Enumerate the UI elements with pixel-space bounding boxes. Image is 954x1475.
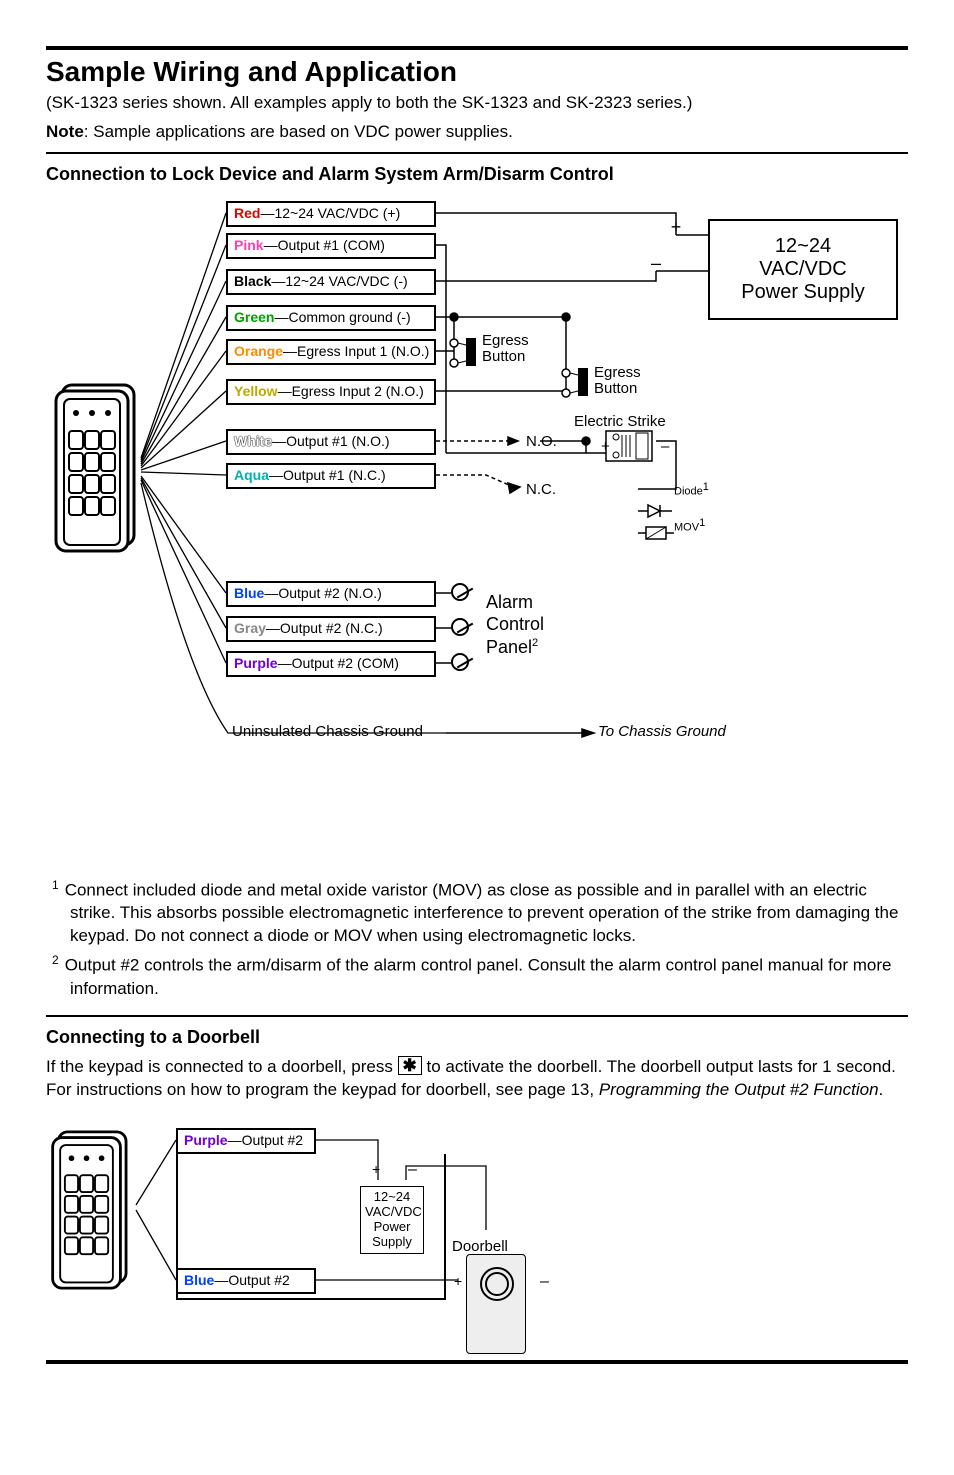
page-title: Sample Wiring and Application xyxy=(46,56,908,88)
wire-purple: Purple—Output #2 (COM) xyxy=(226,651,436,677)
wire-red: Red—12~24 VAC/VDC (+) xyxy=(226,201,436,227)
svg-text:–: – xyxy=(661,438,670,455)
wire-blue: Blue—Output #2 (N.O.) xyxy=(226,581,436,607)
chassis-label: Uninsulated Chassis Ground xyxy=(232,723,423,740)
d2-wire-purple: Purple—Output #2 xyxy=(176,1128,316,1154)
divider-2 xyxy=(46,1015,908,1017)
egress-label-2: EgressButton xyxy=(594,365,641,398)
wiring-diagram-2: + – + – Purple—Output #2 Blue—Output #2 … xyxy=(46,1110,908,1350)
bottom-rule xyxy=(46,1360,908,1364)
section1-heading: Connection to Lock Device and Alarm Syst… xyxy=(46,164,908,185)
note-label: Note xyxy=(46,122,84,141)
wiring-diagram-1: + – + – xyxy=(46,193,908,873)
wire-green: Green—Common ground (-) xyxy=(226,305,436,331)
intro-line: (SK-1323 series shown. All examples appl… xyxy=(46,92,908,115)
wire-orange: Orange—Egress Input 1 (N.O.) xyxy=(226,339,436,365)
wire-black: Black—12~24 VAC/VDC (-) xyxy=(226,269,436,295)
doorbell-label: Doorbell xyxy=(452,1238,508,1255)
note-text: : Sample applications are based on VDC p… xyxy=(84,122,513,141)
wire-yellow: Yellow—Egress Input 2 (N.O.) xyxy=(226,379,436,405)
alarm-label: AlarmControlPanel2 xyxy=(486,591,544,659)
strike-label: Electric Strike xyxy=(574,413,666,430)
section2-heading: Connecting to a Doorbell xyxy=(46,1027,908,1048)
alarm-terminal-1 xyxy=(451,583,469,606)
wire-white: White—Output #1 (N.O.) xyxy=(226,429,436,455)
wire-gray: Gray—Output #2 (N.C.) xyxy=(226,616,436,642)
footnote-2: 2Output #2 controls the arm/disarm of th… xyxy=(70,952,908,1001)
alarm-terminal-3 xyxy=(451,653,469,676)
footnote-1: 1Connect included diode and metal oxide … xyxy=(70,877,908,948)
svg-text:+: + xyxy=(601,438,610,455)
electric-strike-icon xyxy=(606,431,652,461)
intro-note: Note: Sample applications are based on V… xyxy=(46,121,908,144)
wire-aqua: Aqua—Output #1 (N.C.) xyxy=(226,463,436,489)
star-key-icon: ✱ xyxy=(398,1056,422,1075)
mov-icon xyxy=(638,527,674,539)
mov-label: MOV1 xyxy=(674,517,705,534)
power-supply-box: 12~24VAC/VDCPower Supply xyxy=(708,219,898,320)
no-label: N.O. xyxy=(526,433,557,450)
nc-label: N.C. xyxy=(526,481,556,498)
top-rule xyxy=(46,46,908,50)
egress-label-1: EgressButton xyxy=(482,333,529,366)
svg-text:–: – xyxy=(540,1273,549,1290)
to-chassis-label: To Chassis Ground xyxy=(598,723,726,740)
diode-icon xyxy=(638,505,672,517)
doorbell-icon xyxy=(466,1254,526,1354)
svg-text:+: + xyxy=(454,1273,462,1289)
wire-pink: Pink—Output #1 (COM) xyxy=(226,233,436,259)
svg-text:+: + xyxy=(671,217,682,237)
d2-power-supply: 12~24VAC/VDCPowerSupply xyxy=(360,1186,424,1254)
alarm-terminal-2 xyxy=(451,618,469,641)
section2-body: If the keypad is connected to a doorbell… xyxy=(46,1056,908,1102)
svg-text:–: – xyxy=(651,253,661,273)
diode-label: Diode1 xyxy=(674,481,709,498)
divider-1 xyxy=(46,152,908,154)
